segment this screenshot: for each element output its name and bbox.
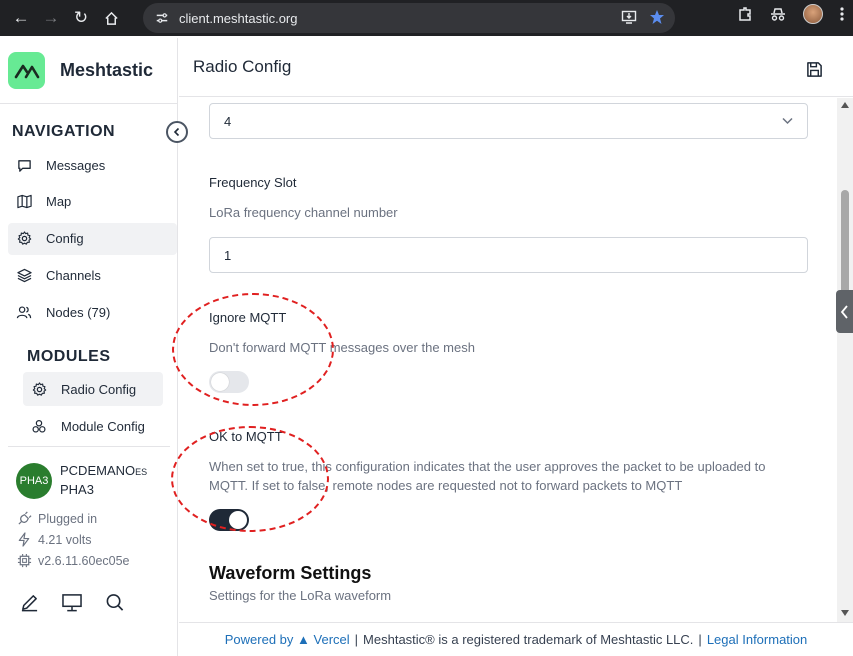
- chevron-down-icon: [782, 117, 793, 125]
- home-icon[interactable]: [96, 3, 126, 33]
- brand: Meshtastic: [0, 38, 177, 104]
- sidebar-item-label: Nodes (79): [46, 304, 111, 320]
- back-icon[interactable]: ←: [6, 3, 36, 33]
- scroll-up-icon[interactable]: [841, 102, 849, 108]
- footer-separator: |: [354, 632, 359, 647]
- module-item-label: Radio Config: [61, 381, 137, 397]
- vercel-triangle-icon: ▲: [297, 632, 310, 647]
- search-icon[interactable]: [105, 593, 125, 617]
- browser-toolbar: ← → ↻ client.meshtastic.org: [0, 0, 853, 36]
- pencil-icon[interactable]: [20, 593, 39, 617]
- waveform-settings-description: Settings for the LoRa waveform: [209, 588, 392, 603]
- sidebar-item-label: Messages: [46, 157, 106, 173]
- sidebar-item-label: Config: [46, 231, 84, 247]
- frequency-slot-input[interactable]: 1: [209, 237, 808, 273]
- previous-setting-select[interactable]: 4: [209, 103, 808, 139]
- monitor-icon[interactable]: [61, 593, 83, 617]
- profile-avatar[interactable]: [803, 4, 823, 24]
- map-icon: [16, 194, 32, 210]
- layers-icon: [16, 267, 32, 283]
- users-icon: [16, 304, 32, 320]
- boxes-icon: [31, 418, 47, 434]
- annotation-circle-ok-to-mqtt: [171, 426, 329, 532]
- firmware-version: v2.6.11.60ec05e: [16, 550, 178, 571]
- trademark-text: Meshtastic® is a registered trademark of…: [363, 632, 694, 647]
- chevron-left-icon: [840, 304, 848, 319]
- node-long-name: PCDEMANOES: [60, 463, 148, 478]
- sidebar-item-nodes[interactable]: Nodes (79): [8, 296, 177, 328]
- module-item-module-config[interactable]: Module Config: [23, 409, 163, 443]
- app-name: Meshtastic: [60, 60, 154, 80]
- sidebar: Meshtastic NAVIGATION Messages Map Confi…: [0, 38, 178, 656]
- gear-icon: [31, 381, 47, 397]
- scroll-down-icon[interactable]: [841, 610, 849, 616]
- more-menu-icon[interactable]: [839, 6, 845, 22]
- frequency-slot-label: Frequency Slot: [209, 175, 297, 190]
- sidebar-item-label: Map: [46, 194, 72, 210]
- lightning-icon: [16, 532, 32, 547]
- frequency-slot-description: LoRa frequency channel number: [209, 205, 398, 220]
- sidebar-item-label: Channels: [46, 267, 101, 283]
- chip-icon: [16, 553, 32, 568]
- powered-by-link[interactable]: Powered by ▲ Vercel: [225, 632, 350, 647]
- sidebar-item-messages[interactable]: Messages: [8, 149, 177, 181]
- content-scrollbar[interactable]: [837, 98, 853, 622]
- gear-icon: [16, 231, 32, 247]
- extensions-icon[interactable]: [737, 6, 753, 22]
- page-footer: Powered by ▲ Vercel | Meshtastic® is a r…: [179, 622, 853, 656]
- footer-separator: |: [698, 632, 702, 647]
- incognito-icon[interactable]: [769, 6, 787, 22]
- sidebar-divider: [8, 446, 170, 447]
- node-short-name: PHA3: [60, 482, 94, 497]
- sidebar-item-channels[interactable]: Channels: [8, 259, 177, 291]
- node-avatar: PHA3: [16, 462, 52, 499]
- voltage-status: 4.21 volts: [16, 529, 178, 550]
- site-settings-icon[interactable]: [155, 11, 169, 25]
- sidebar-item-config[interactable]: Config: [8, 222, 177, 255]
- page-title: Radio Config: [193, 57, 292, 76]
- address-bar[interactable]: client.meshtastic.org: [143, 3, 675, 33]
- side-panel-handle[interactable]: [836, 290, 853, 333]
- install-app-icon[interactable]: [621, 9, 637, 25]
- annotation-circle-ignore-mqtt: [172, 293, 334, 406]
- forward-icon[interactable]: →: [36, 3, 66, 33]
- module-item-radio-config[interactable]: Radio Config: [23, 372, 163, 406]
- collapse-sidebar-button[interactable]: [166, 121, 188, 143]
- module-item-label: Module Config: [61, 418, 145, 434]
- device-info: PHA3 PCDEMANOES PHA3 Plugged in 4.21 vol…: [0, 462, 178, 617]
- reload-icon[interactable]: ↻: [66, 3, 96, 33]
- page-header: Radio Config: [179, 38, 853, 97]
- navigation-title: NAVIGATION: [12, 123, 116, 140]
- save-icon[interactable]: [806, 61, 823, 83]
- waveform-settings-heading: Waveform Settings: [209, 563, 372, 583]
- legal-information-link[interactable]: Legal Information: [707, 632, 807, 647]
- modules-title: MODULES: [27, 348, 111, 365]
- meshtastic-logo-icon[interactable]: [8, 52, 45, 89]
- chevron-left-icon: [173, 127, 180, 137]
- message-icon: [16, 157, 32, 173]
- sidebar-item-map[interactable]: Map: [8, 186, 177, 218]
- url-text: client.meshtastic.org: [179, 10, 298, 26]
- bookmark-star-icon[interactable]: [649, 9, 665, 25]
- power-status: Plugged in: [16, 508, 178, 529]
- plug-icon: [16, 511, 32, 526]
